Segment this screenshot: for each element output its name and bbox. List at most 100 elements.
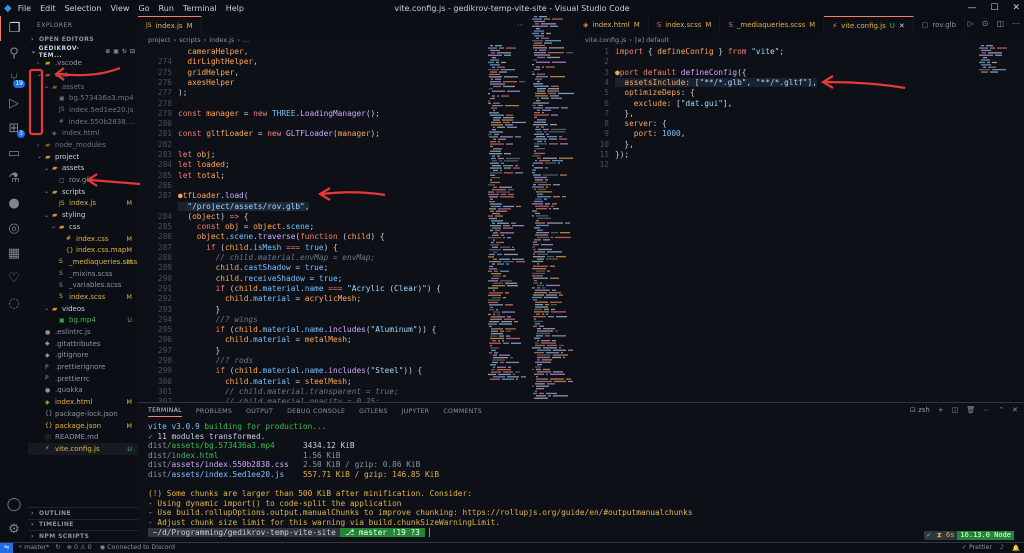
explorer-toolbar-icons[interactable]: ⊕▣↻⊟ xyxy=(105,48,138,55)
tree-file[interactable]: Sindex.scss M xyxy=(28,291,138,303)
tree-file[interactable]: S _mixins.scss xyxy=(28,268,138,280)
problems-indicator[interactable]: ⊗ 0 ⚠ 0 xyxy=(67,544,92,551)
panel-tab-comments[interactable]: COMMENTS xyxy=(443,408,482,415)
tree-folder[interactable]: ⌄ ▰ css xyxy=(28,221,138,233)
vscode-logo-icon[interactable]: ◆ xyxy=(4,3,12,14)
breadcrumb-item[interactable]: index.js xyxy=(209,36,234,44)
tree-file[interactable]: ● .eslintrc.js xyxy=(28,326,138,338)
tab-vite-config-js[interactable]: ⚡ vite.config.js U ✕ xyxy=(824,16,914,34)
breadcrumb-item[interactable]: project xyxy=(148,36,171,44)
tree-file[interactable]: S _variables.scss xyxy=(28,279,138,291)
menu-help[interactable]: Help xyxy=(226,4,244,13)
testing-icon[interactable]: ⚗ xyxy=(0,166,28,191)
extensions-icon[interactable]: ⊞ 3 xyxy=(0,116,28,141)
close-panel-icon[interactable]: ✕ xyxy=(1012,406,1018,414)
tree-file[interactable]: ▣ bg.573436a3.mp4 xyxy=(28,92,138,104)
github-icon[interactable]: ● xyxy=(0,191,28,216)
panel-tab-output[interactable]: OUTPUT xyxy=(246,408,273,415)
code-area-left[interactable]: cameraHelper, 274 dirLightHelper, 275 grid… xyxy=(138,45,530,417)
panel-tab-jupyter[interactable]: JUPYTER xyxy=(402,408,430,415)
menu-edit[interactable]: Edit xyxy=(40,4,56,13)
minimap-overview[interactable] xyxy=(530,16,575,402)
tree-file[interactable]: S _mediaqueries.scss M xyxy=(28,256,138,268)
tree-folder[interactable]: ⌄ ▰ videos xyxy=(28,303,138,315)
tree-file[interactable]: {} package.json M xyxy=(28,420,138,432)
breadcrumb-item[interactable]: ... xyxy=(243,36,249,44)
tree-folder[interactable]: ⌄ ▰ assets xyxy=(28,163,138,175)
tree-file[interactable]: ◈ index.html xyxy=(28,128,138,140)
tab-index-js[interactable]: JS index.js M xyxy=(138,16,202,34)
tree-folder[interactable]: ⌄ ▰ assets xyxy=(28,81,138,93)
section-timeline[interactable]: › TIMELINE xyxy=(28,518,138,531)
tree-file[interactable]: ⓘ README.md xyxy=(28,431,138,443)
live-share-icon[interactable]: ♡ xyxy=(0,266,28,291)
terminal-output[interactable]: vite v3.0.9 building for production... ✓ … xyxy=(148,422,693,537)
tree-file[interactable]: ● .quokka xyxy=(28,385,138,397)
branch-indicator[interactable]: ⑂ master* xyxy=(18,544,49,551)
tree-file[interactable]: ▢ rov.glb xyxy=(28,174,138,186)
tree-folder[interactable]: ⌄ ▰ scripts xyxy=(28,186,138,198)
source-control-icon[interactable]: ⑂ 19 xyxy=(0,66,28,91)
breadcrumb-item[interactable]: vite.config.js xyxy=(585,36,626,44)
close-tab-icon[interactable]: ✕ xyxy=(899,22,905,30)
panel-tab-terminal[interactable]: TERMINAL xyxy=(148,407,182,417)
menu-selection[interactable]: Selection xyxy=(65,4,102,13)
minimap-right[interactable] xyxy=(977,45,1019,395)
compare-icon[interactable]: ⊙ xyxy=(982,19,989,28)
tree-file[interactable]: ◆ .gitattributes xyxy=(28,338,138,350)
split-editor-icon[interactable]: ◫ xyxy=(996,19,1004,28)
code-area-right[interactable]: 1 import { defineConfig } from "vite"; 2 3 ●… xyxy=(575,45,1024,400)
tree-folder[interactable]: › ▰ .vscode xyxy=(28,57,138,69)
tree-file[interactable]: ◈ index.html M xyxy=(28,396,138,408)
tree-file[interactable]: {} package-lock.json xyxy=(28,408,138,420)
tree-file[interactable]: P .prettierrc xyxy=(28,373,138,385)
breadcrumb-item[interactable]: [e] default xyxy=(635,36,669,44)
run-icon[interactable]: ▷ xyxy=(968,19,974,28)
menu-file[interactable]: File xyxy=(18,4,31,13)
tree-file[interactable]: ◆ .gitignore xyxy=(28,350,138,362)
remote-indicator-icon[interactable]: ⇋ xyxy=(0,542,14,553)
editor-actions-icon[interactable]: ⋯ xyxy=(511,16,530,34)
tree-file[interactable]: {} index.css.map M xyxy=(28,244,138,256)
remote-explorer-icon[interactable]: ▭ xyxy=(0,141,28,166)
menu-run[interactable]: Run xyxy=(159,4,174,13)
tab-rov-glb[interactable]: ▢ rov.glb xyxy=(914,16,966,34)
panel-tab-debug-console[interactable]: DEBUG CONSOLE xyxy=(287,408,345,415)
tree-folder[interactable]: ⌄ ▰ project xyxy=(28,151,138,163)
section-outline[interactable]: › OUTLINE xyxy=(28,506,138,519)
account-icon[interactable]: ◯ xyxy=(0,492,28,517)
sync-icon[interactable]: ↻ xyxy=(55,544,60,551)
close-button[interactable]: ✕ xyxy=(1012,3,1020,13)
tree-folder[interactable]: ⌄ ▰ dist xyxy=(28,69,138,81)
panel-tab-problems[interactable]: PROBLEMS xyxy=(196,408,232,415)
tree-folder[interactable]: ⌄ ▰ styling xyxy=(28,209,138,221)
more-actions-icon[interactable]: ⋯ xyxy=(1012,19,1020,28)
run-debug-icon[interactable]: ▷ xyxy=(0,91,28,116)
jupyter-icon[interactable]: ◌ xyxy=(0,291,28,316)
menu-go[interactable]: Go xyxy=(138,4,149,13)
minimize-button[interactable]: — xyxy=(967,3,976,13)
tree-file[interactable]: P .prettierignore xyxy=(28,361,138,373)
menu-terminal[interactable]: Terminal xyxy=(183,4,217,13)
minimap-left[interactable] xyxy=(486,45,528,395)
terminal-shell-icon[interactable]: ⊡ zsh xyxy=(910,406,930,414)
tree-file[interactable]: ⚡ vite.config.js U xyxy=(28,443,138,455)
music-icon[interactable]: ♪ xyxy=(1000,544,1004,551)
tree-file[interactable]: ▣ bg.mp4 U xyxy=(28,315,138,327)
project-root-section[interactable]: ⌄ GEDIKROV-TEM... ⊕▣↻⊟ xyxy=(28,45,138,59)
search-icon[interactable]: ⚲ xyxy=(0,41,28,66)
tab-index-scss[interactable]: Sindex.scss M xyxy=(649,16,721,34)
menu-view[interactable]: View xyxy=(110,4,129,13)
tree-file[interactable]: JS index.js M xyxy=(28,198,138,210)
tab--mediaqueries-scss[interactable]: S _mediaqueries.scss M xyxy=(720,16,825,34)
prettier-status[interactable]: ✓ Prettier xyxy=(962,544,992,551)
explorer-icon[interactable]: ❐ xyxy=(0,16,28,41)
panel-tab-gitlens[interactable]: GITLENS xyxy=(359,408,387,415)
maximize-panel-icon[interactable]: ⌃ xyxy=(998,406,1004,414)
breadcrumb-item[interactable]: scripts xyxy=(179,36,201,44)
tree-file[interactable]: # index.css M xyxy=(28,233,138,245)
tree-file[interactable]: # index.550b2838.css xyxy=(28,116,138,128)
tree-folder[interactable]: › ▰ node_modules xyxy=(28,139,138,151)
gitlens-icon[interactable]: ◎ xyxy=(0,216,28,241)
tree-file[interactable]: JS index.5ed1ee20.js xyxy=(28,104,138,116)
